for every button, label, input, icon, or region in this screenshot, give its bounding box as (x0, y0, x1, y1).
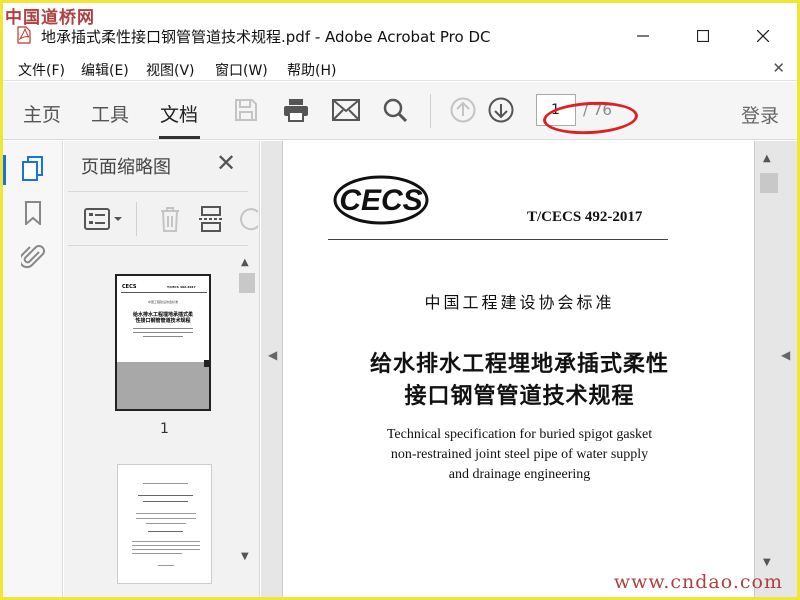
cecs-logo-text: CECS (339, 184, 422, 217)
collapse-left-panel-icon[interactable]: ◀ (268, 348, 277, 362)
print-icon[interactable] (282, 96, 310, 124)
title-cn-line1: 给水排水工程埋地承插式柔性 (369, 352, 669, 377)
page-thumbnail-2[interactable] (117, 464, 212, 584)
title-en-line3: and drainage engineering (448, 467, 591, 482)
tab-document[interactable]: 文档 (160, 100, 198, 127)
tab-tools[interactable]: 工具 (91, 100, 129, 127)
scroll-up-icon[interactable]: ▲ (241, 257, 249, 268)
pdf-page: CECS T/CECS 492-2017 中国工程建设协会标准 给水排水工程埋地… (282, 141, 755, 597)
expand-right-panel-icon[interactable]: ◀ (781, 348, 790, 362)
maximize-icon (697, 30, 709, 42)
cecs-logo: CECS (333, 175, 429, 225)
maximize-button[interactable] (683, 23, 723, 49)
document-scrollbar[interactable]: ▲ ▼ (759, 143, 779, 583)
doc-scroll-thumb[interactable] (760, 173, 778, 193)
standard-number: T/CECS 492-2017 (527, 209, 643, 225)
thumbnail-panel-title: 页面缩略图 (81, 157, 171, 178)
bookmarks-icon[interactable] (19, 199, 47, 227)
close-icon (757, 30, 769, 42)
watermark-top: 中国道桥网 (5, 8, 95, 28)
thumbnail-options-icon[interactable] (84, 207, 124, 235)
thumbnail-english-text (133, 328, 193, 344)
toolbar-separator (430, 94, 431, 128)
thumbnail-resize-handle[interactable] (204, 360, 209, 367)
thumbnail-tools (64, 199, 260, 239)
email-icon[interactable] (332, 96, 360, 124)
window-title: 地承插式柔性接口钢管管道技术规程.pdf - Adobe Acrobat Pro… (41, 28, 491, 46)
thumbnail-scrollbar[interactable]: ▲ ▼ (238, 253, 256, 573)
delete-page-icon[interactable] (158, 205, 182, 237)
menu-file[interactable]: 文件(F) (18, 60, 65, 80)
menu-bar: 文件(F) 编辑(E) 视图(V) 窗口(W) 帮助(H) ✕ (3, 55, 797, 81)
minimize-icon (637, 35, 649, 37)
close-window-button[interactable] (743, 23, 783, 49)
menu-window[interactable]: 窗口(W) (215, 60, 268, 80)
scroll-thumb[interactable] (239, 273, 255, 293)
main-toolbar: 主页 工具 文档 1 / 76 登录 (3, 82, 797, 140)
title-en-line2: non-restrained joint steel pipe of water… (390, 447, 649, 462)
close-panel-icon[interactable]: ✕ (216, 149, 236, 177)
extract-page-icon[interactable] (199, 205, 223, 237)
thumbnail-logo: CECS (122, 284, 137, 290)
watermark-bottom: www.cndao.com (613, 571, 783, 593)
active-tab-indicator (159, 136, 200, 139)
title-cn-line2: 接口钢管管道技术规程 (404, 384, 635, 409)
screenshot-frame: 中国道桥网 地承插式柔性接口钢管管道技术规程.pdf - Adobe Acrob… (3, 3, 797, 597)
tool-separator (136, 202, 137, 236)
doc-scroll-up-icon[interactable]: ▲ (763, 153, 771, 164)
doc-scroll-down-icon[interactable]: ▼ (763, 557, 771, 568)
close-document-icon[interactable]: ✕ (772, 59, 785, 77)
tab-home[interactable]: 主页 (23, 100, 61, 127)
thumbnail-title: 给水排水工程埋地承插式柔性接口钢管管道技术规程 (132, 312, 193, 324)
thumbnail-std-no: T/CECS 492-2017 (167, 285, 196, 289)
pdf-file-icon (17, 26, 31, 44)
page-thumbnail-1[interactable]: CECS T/CECS 492-2017 中国工程建设协会标准 给水排水工程埋地… (115, 274, 211, 411)
scroll-down-icon[interactable]: ▼ (241, 551, 249, 562)
page-thumbnails-icon[interactable] (19, 155, 47, 183)
minimize-button[interactable] (623, 23, 663, 49)
thumbnail-panel: 页面缩略图 ✕ CECS T/CECS 492-2017 中国工程建设协会标准 (64, 141, 260, 597)
title-bar: 中国道桥网 地承插式柔性接口钢管管道技术规程.pdf - Adobe Acrob… (3, 3, 797, 53)
thumbnail-assoc: 中国工程建设协会标准 (147, 300, 178, 304)
search-icon[interactable] (381, 96, 409, 124)
attachments-icon[interactable] (19, 243, 47, 271)
menu-view[interactable]: 视图(V) (146, 60, 195, 80)
previous-page-icon[interactable] (449, 96, 477, 124)
title-en-line1: Technical specification for buried spigo… (386, 427, 653, 442)
menu-help[interactable]: 帮助(H) (287, 60, 336, 80)
thumbnail-rule (121, 292, 207, 293)
thumbnail-page-label: 1 (160, 421, 169, 437)
association-name: 中国工程建设协会标准 (424, 293, 615, 312)
menu-edit[interactable]: 编辑(E) (81, 60, 129, 80)
next-page-icon[interactable] (487, 96, 515, 124)
rail-active-indicator (3, 155, 6, 185)
panel-divider (68, 191, 248, 192)
navigation-rail (3, 141, 63, 597)
header-rule (328, 239, 668, 240)
panel-divider (68, 245, 248, 246)
save-icon[interactable] (232, 96, 260, 124)
rotate-page-icon[interactable] (238, 207, 258, 233)
login-button[interactable]: 登录 (741, 101, 779, 128)
thumbnail-viewport-shade (117, 362, 209, 409)
